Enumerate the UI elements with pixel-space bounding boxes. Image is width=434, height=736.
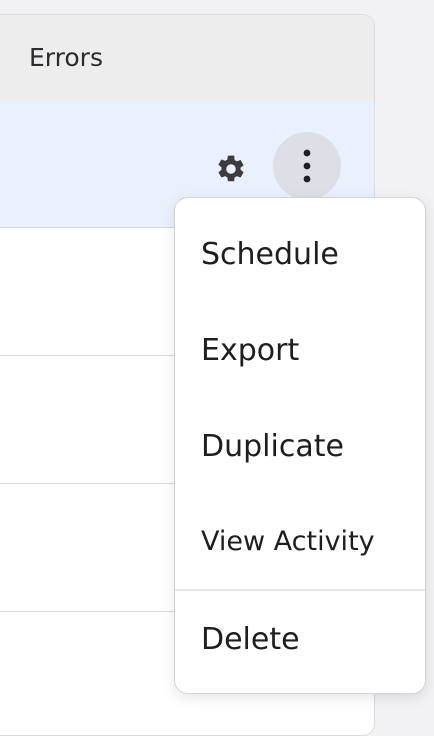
kebab-vertical-icon xyxy=(303,149,311,183)
menu-item-label: Schedule xyxy=(201,236,339,272)
row-actions-menu: Schedule Export Duplicate View Activity … xyxy=(174,197,426,694)
menu-item-label: View Activity xyxy=(201,525,375,557)
menu-item-duplicate[interactable]: Duplicate xyxy=(175,398,425,494)
row-settings-button[interactable] xyxy=(211,149,251,189)
column-header-errors[interactable]: Errors xyxy=(29,43,103,72)
menu-item-schedule[interactable]: Schedule xyxy=(175,206,425,302)
menu-item-label: Delete xyxy=(201,621,300,657)
menu-item-export[interactable]: Export xyxy=(175,302,425,398)
menu-item-view-activity[interactable]: View Activity xyxy=(175,493,425,589)
gear-icon xyxy=(218,155,244,182)
menu-item-label: Duplicate xyxy=(201,428,344,464)
table-header-row: Errors xyxy=(0,15,374,101)
menu-item-delete[interactable]: Delete xyxy=(175,591,425,687)
menu-item-label: Export xyxy=(201,332,300,368)
row-more-actions-button[interactable] xyxy=(273,132,341,200)
